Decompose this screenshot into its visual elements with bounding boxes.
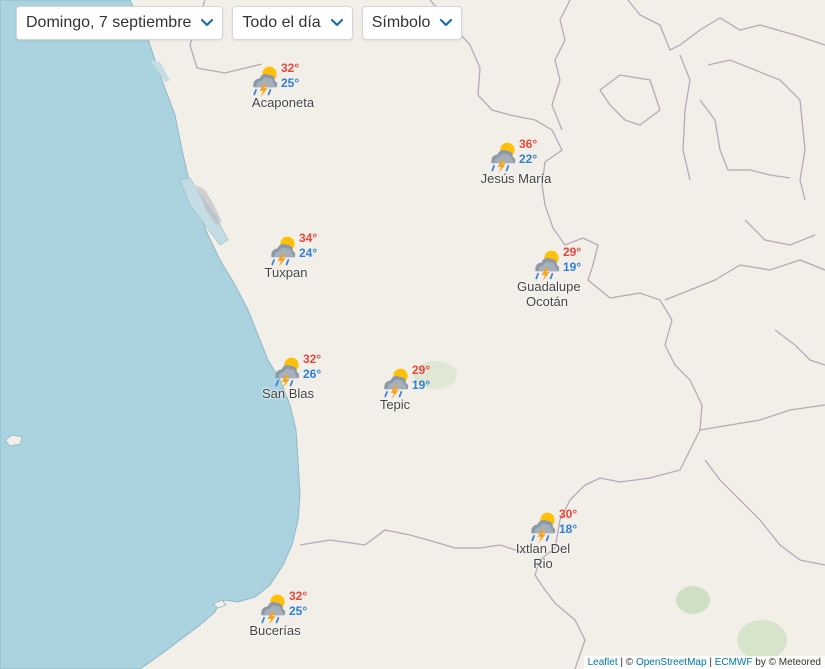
date-dropdown[interactable]: Domingo, 7 septiembre <box>16 6 224 40</box>
place-name: Guadalupe Ocotán <box>517 279 581 309</box>
place-name: Acaponeta <box>251 95 315 110</box>
temp-min: 25° <box>281 76 300 90</box>
temp-min: 19° <box>412 378 431 392</box>
weather-marker[interactable]: 29° 19° Guadalupe Ocotán <box>517 245 620 309</box>
place-name: San Blas <box>261 386 315 401</box>
temp-min: 25° <box>289 604 308 618</box>
storm-sun-icon <box>534 249 561 282</box>
temp-max: 34° <box>299 231 318 245</box>
place-name: Tepic <box>379 397 411 412</box>
storm-sun-icon <box>530 511 557 544</box>
weather-marker[interactable]: 30° 18° Ixtlan Del Rio <box>516 507 616 571</box>
temp-min: 24° <box>299 246 318 260</box>
attribution-credit: by © Meteored <box>752 657 821 668</box>
temp-max: 32° <box>281 61 300 75</box>
weather-marker[interactable]: 36° 22° Jesús María <box>481 137 576 200</box>
temp-max: 32° <box>289 589 308 603</box>
storm-sun-icon <box>383 367 410 400</box>
controls-bar: Domingo, 7 septiembre Todo el día Símbol… <box>16 6 463 40</box>
period-dropdown[interactable]: Todo el día <box>232 6 353 40</box>
attribution-separator: | <box>706 657 715 668</box>
temp-max: 30° <box>559 507 578 521</box>
chevron-down-icon <box>201 18 214 27</box>
layer-label: Símbolo <box>371 14 431 31</box>
storm-sun-icon <box>270 235 297 268</box>
map-canvas[interactable] <box>0 0 825 669</box>
temp-max: 36° <box>519 137 538 151</box>
leaflet-link[interactable]: Leaflet <box>588 657 618 668</box>
storm-sun-icon <box>490 141 517 174</box>
temp-max: 29° <box>563 245 582 259</box>
attribution-separator: | © <box>617 657 636 668</box>
green-area <box>737 620 787 660</box>
green-area <box>676 586 710 614</box>
ecmwf-link[interactable]: ECMWF <box>715 657 753 668</box>
storm-sun-icon <box>260 593 287 626</box>
weather-marker[interactable]: 32° 25° Acaponeta <box>248 61 338 124</box>
chevron-down-icon <box>440 18 453 27</box>
temp-max: 29° <box>412 363 431 377</box>
temp-min: 22° <box>519 152 538 166</box>
temp-min: 26° <box>303 367 322 381</box>
place-name: Bucerías <box>249 623 301 638</box>
chevron-down-icon <box>330 18 343 27</box>
storm-sun-icon <box>252 65 279 98</box>
temp-min: 18° <box>559 522 578 536</box>
layer-dropdown[interactable]: Símbolo <box>361 6 463 40</box>
map-attribution: Leaflet | © OpenStreetMap | ECMWF by © M… <box>583 656 825 669</box>
place-name: Tuxpan <box>264 265 308 280</box>
weather-marker[interactable]: 34° 24° Tuxpan <box>265 231 356 294</box>
storm-sun-icon <box>274 356 301 389</box>
weather-marker[interactable]: 32° 25° Bucerías <box>249 589 346 652</box>
temp-max: 32° <box>303 352 322 366</box>
osm-link[interactable]: OpenStreetMap <box>636 657 707 668</box>
weather-marker[interactable]: 29° 19° Tepic <box>379 363 469 426</box>
period-label: Todo el día <box>242 14 321 31</box>
date-label: Domingo, 7 septiembre <box>26 14 192 31</box>
place-name: Jesús María <box>480 171 552 186</box>
place-name: Ixtlan Del Rio <box>515 541 571 571</box>
temp-min: 19° <box>563 260 582 274</box>
